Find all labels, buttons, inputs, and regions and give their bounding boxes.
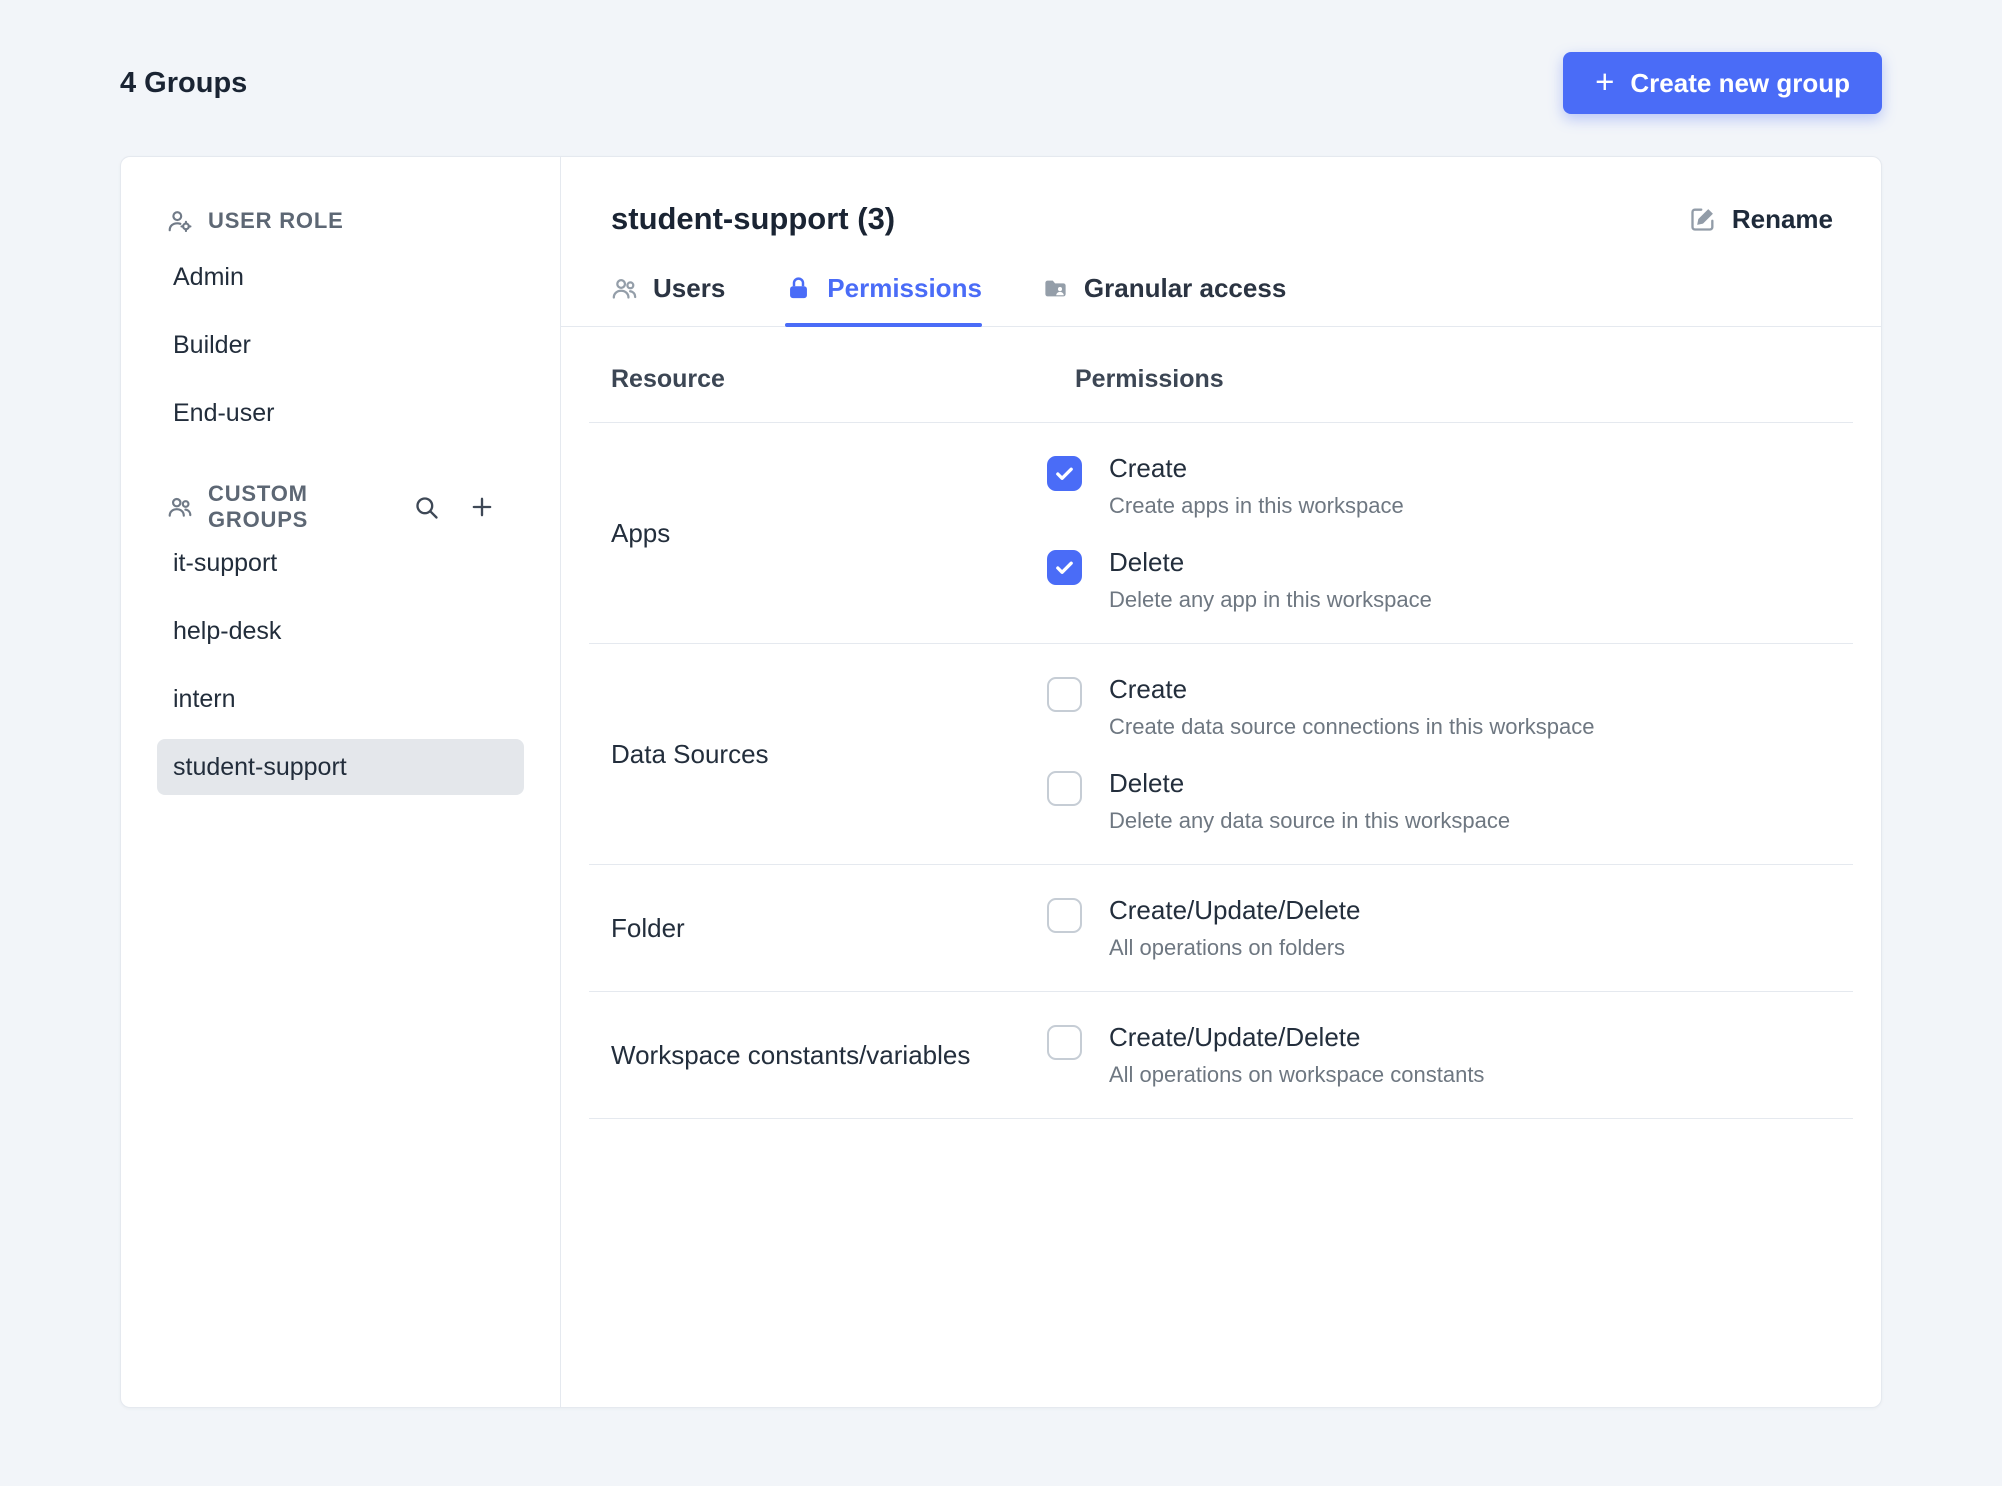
- permission-text: Create Create apps in this workspace: [1109, 453, 1404, 519]
- plus-icon: +: [1595, 63, 1615, 100]
- user-gear-icon: [167, 208, 193, 234]
- top-bar: 4 Groups + Create new group: [120, 52, 1882, 114]
- resource-name: Data Sources: [611, 738, 769, 769]
- title-row: student-support (3) Rename: [611, 201, 1833, 237]
- table-row-folder: Folder Create/Update/Delete All operatio…: [589, 865, 1853, 992]
- create-new-group-button[interactable]: + Create new group: [1563, 52, 1882, 114]
- datasources-create-checkbox[interactable]: [1047, 677, 1082, 712]
- permission-label: Delete: [1109, 768, 1185, 798]
- permissions-cell: Create Create apps in this workspace Del…: [1047, 453, 1853, 613]
- sidebar-item-student-support[interactable]: student-support: [157, 739, 524, 795]
- permission-text: Delete Delete any data source in this wo…: [1109, 768, 1510, 834]
- table-header: Resource Permissions: [589, 327, 1853, 423]
- sidebar-item-help-desk[interactable]: help-desk: [157, 603, 524, 659]
- permissions-table: Resource Permissions Apps Create Create …: [589, 327, 1853, 1119]
- permission-label: Create: [1109, 453, 1188, 483]
- rename-label: Rename: [1731, 203, 1833, 234]
- users-icon: [611, 275, 638, 302]
- apps-create-checkbox[interactable]: [1047, 456, 1082, 491]
- group-detail-panel: student-support (3) Rename Users Permiss…: [561, 157, 1881, 1407]
- sidebar-item-end-user[interactable]: End-user: [157, 385, 524, 441]
- permission-description: All operations on folders: [1109, 935, 1346, 960]
- permission-constants-cud: Create/Update/Delete All operations on w…: [1047, 1022, 1853, 1088]
- panel-head: student-support (3) Rename: [561, 157, 1881, 237]
- tab-permissions[interactable]: Permissions: [785, 273, 982, 327]
- search-icon[interactable]: [412, 493, 440, 521]
- user-role-label: USER ROLE: [208, 208, 344, 233]
- constants-cud-checkbox[interactable]: [1047, 1025, 1082, 1060]
- lock-icon: [785, 275, 812, 302]
- permission-description: Delete any data source in this workspace: [1109, 808, 1511, 833]
- permission-description: All operations on workspace constants: [1109, 1062, 1485, 1087]
- tab-users-label: Users: [653, 273, 726, 303]
- rename-button[interactable]: Rename: [1689, 204, 1833, 235]
- custom-groups-actions: [412, 493, 520, 521]
- permissions-cell: Create/Update/Delete All operations on f…: [1047, 895, 1853, 961]
- custom-groups-header: CUSTOM GROUPS: [157, 481, 524, 532]
- permissions-cell: Create/Update/Delete All operations on w…: [1047, 1022, 1853, 1088]
- permission-description: Create data source connections in this w…: [1109, 714, 1595, 739]
- permission-apps-create: Create Create apps in this workspace: [1047, 453, 1853, 519]
- groups-page: 4 Groups + Create new group USER ROLE Ad…: [0, 0, 2002, 1408]
- custom-groups-section: CUSTOM GROUPS it-support help-desk inter…: [157, 481, 524, 795]
- datasources-delete-checkbox[interactable]: [1047, 771, 1082, 806]
- edit-pencil-icon: [1689, 205, 1717, 233]
- user-role-section: USER ROLE Admin Builder End-user: [157, 205, 524, 441]
- tab-permissions-label: Permissions: [827, 273, 982, 303]
- permission-datasources-delete: Delete Delete any data source in this wo…: [1047, 768, 1853, 834]
- user-role-header: USER ROLE: [157, 205, 524, 237]
- sidebar-item-admin[interactable]: Admin: [157, 249, 524, 305]
- permission-description: Delete any app in this workspace: [1109, 587, 1432, 612]
- resource-column-header: Resource: [611, 365, 725, 393]
- custom-groups-label: CUSTOM GROUPS: [208, 481, 309, 532]
- permissions-cell: Create Create data source connections in…: [1047, 674, 1853, 834]
- permission-text: Create/Update/Delete All operations on f…: [1109, 895, 1360, 961]
- permission-label: Create/Update/Delete: [1109, 895, 1361, 925]
- tab-granular-access-label: Granular access: [1083, 273, 1287, 303]
- sidebar-item-it-support[interactable]: it-support: [157, 535, 524, 591]
- page-title: 4 Groups: [120, 66, 248, 99]
- groups-card: USER ROLE Admin Builder End-user CUSTOM …: [120, 156, 1882, 1408]
- resource-name: Folder: [611, 912, 685, 943]
- permission-apps-delete: Delete Delete any app in this workspace: [1047, 547, 1853, 613]
- permission-label: Create: [1109, 674, 1188, 704]
- tab-users[interactable]: Users: [611, 273, 725, 326]
- permission-text: Create Create data source connections in…: [1109, 674, 1594, 740]
- group-title: student-support (3): [611, 201, 896, 236]
- permission-label: Delete: [1109, 547, 1185, 577]
- resource-name: Apps: [611, 517, 671, 548]
- apps-delete-checkbox[interactable]: [1047, 550, 1082, 585]
- users-group-icon: [167, 494, 193, 520]
- permission-label: Create/Update/Delete: [1109, 1022, 1361, 1052]
- permission-text: Delete Delete any app in this workspace: [1109, 547, 1432, 613]
- permission-datasources-create: Create Create data source connections in…: [1047, 674, 1853, 740]
- permission-text: Create/Update/Delete All operations on w…: [1109, 1022, 1484, 1088]
- permission-folder-cud: Create/Update/Delete All operations on f…: [1047, 895, 1853, 961]
- groups-sidebar: USER ROLE Admin Builder End-user CUSTOM …: [121, 157, 561, 1407]
- folder-cud-checkbox[interactable]: [1047, 898, 1082, 933]
- sidebar-item-intern[interactable]: intern: [157, 671, 524, 727]
- tab-granular-access[interactable]: Granular access: [1042, 273, 1286, 326]
- permissions-column-header: Permissions: [1075, 365, 1224, 393]
- table-row-workspace-constants: Workspace constants/variables Create/Upd…: [589, 992, 1853, 1119]
- permission-description: Create apps in this workspace: [1109, 493, 1404, 518]
- add-group-icon[interactable]: [468, 493, 496, 521]
- folder-user-icon: [1042, 275, 1069, 302]
- resource-name: Workspace constants/variables: [611, 1039, 971, 1070]
- create-new-group-label: Create new group: [1630, 67, 1850, 98]
- sidebar-item-builder[interactable]: Builder: [157, 317, 524, 373]
- table-row-data-sources: Data Sources Create Create data source c…: [589, 644, 1853, 865]
- tabs: Users Permissions Granular access: [561, 237, 1881, 327]
- table-row-apps: Apps Create Create apps in this workspac…: [589, 423, 1853, 644]
